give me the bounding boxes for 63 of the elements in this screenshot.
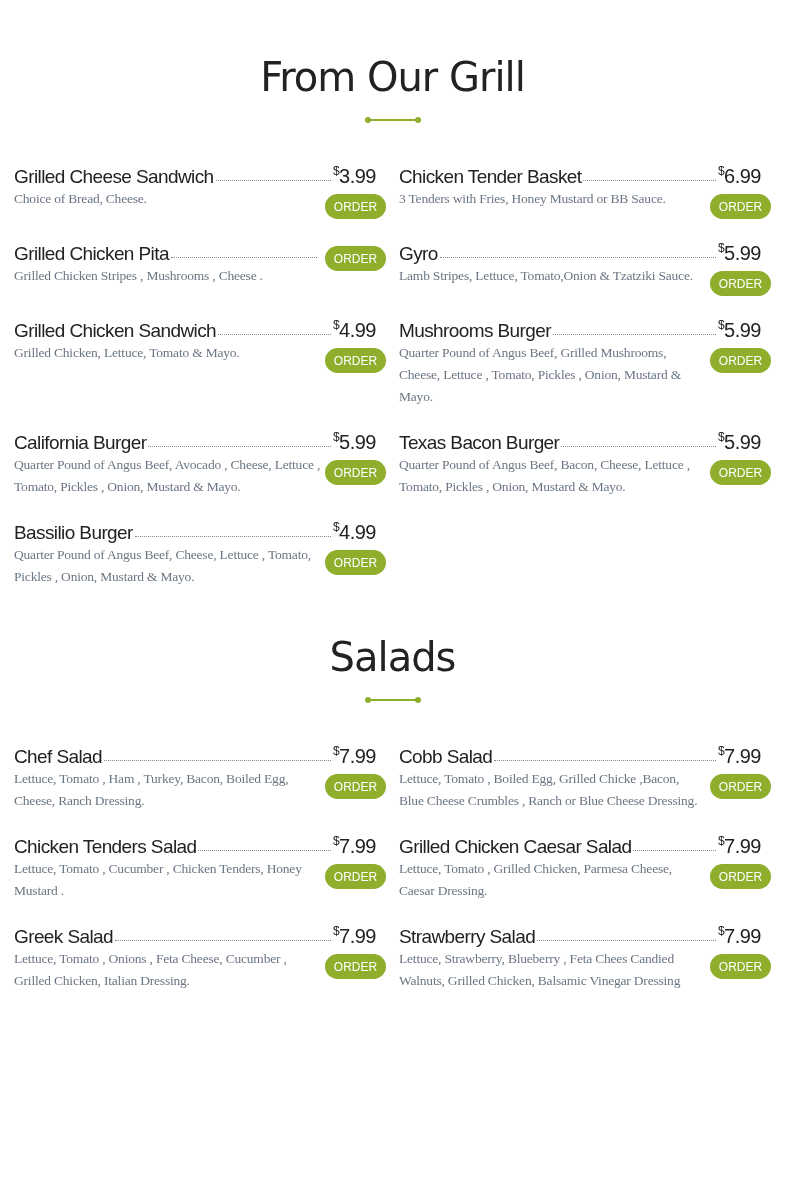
dish-name: Gyro [399,243,438,265]
dish-description: 3 Tenders with Fries, Honey Mustard or BB Sauce. [399,190,667,208]
dish-description: Lamb Stripes, Lettuce, Tomato,Onion & Tzatziki Sauce. [399,267,694,285]
dish-price: $^{$}$7.99 [332,924,376,948]
dish-name: Texas Bacon Burger [399,432,560,454]
dish-price: $^{$}$7.99 [332,744,376,768]
dish-name: Grilled Chicken Pita [14,243,169,265]
order-button[interactable]: ORDER [325,550,386,575]
order-button[interactable]: ORDER [710,774,771,799]
order-button[interactable]: ORDER [710,271,771,296]
dish-name: Chicken Tenders Salad [14,836,197,858]
order-button[interactable]: ORDER [710,194,771,219]
dish-description: Quarter Pound of Angus Beef, Grilled Mushrooms, Cheese, Lettuce , Tomato, Pickles , Onion, Mustard & Mayo. [399,344,682,406]
order-button[interactable]: ORDER [325,348,386,373]
dish-description: Lettuce, Tomato , Grilled Chicken, Parmesa Cheese, Caesar Dressing. [399,860,673,900]
dish-price: $^{$}$7.99 [717,834,761,858]
dish-name: Chicken Tender Basket [399,166,582,188]
dish-price: $^{$}$7.99 [717,744,761,768]
order-button[interactable]: ORDER [325,460,386,485]
order-button[interactable]: ORDER [710,864,771,889]
dish-price: $^{$}$4.99 [332,520,376,544]
dish-name: Strawberry Salad [399,926,536,948]
dish-name: Grilled Chicken Caesar Salad [399,836,632,858]
dish-description: Lettuce, Tomato , Onions , Feta Cheese, Cucumber , Grilled Chicken, Italian Dressing. [14,950,288,990]
dish-price: $^{$}$5.99 [717,318,761,342]
dish-name: Greek Salad [14,926,113,948]
dish-description: Choice of Bread, Cheese. [14,190,148,208]
dish-description: Quarter Pound of Angus Beef, Bacon, Cheese, Lettuce , Tomato, Pickles , Onion, Mustard & Mayo. [399,456,691,496]
dish-description: Lettuce, Tomato , Cucumber , Chicken Tenders, Honey Mustard . [14,860,303,900]
dish-name: Grilled Chicken Sandwich [14,320,217,342]
order-button[interactable]: ORDER [710,460,771,485]
order-button[interactable]: ORDER [710,954,771,979]
order-button[interactable]: ORDER [325,194,386,219]
dish-description: Lettuce, Strawberry, Blueberry , Feta Chees Candied Walnuts, Grilled Chicken, Balsamic Vinegar Dressing [399,950,682,990]
dish-description: Grilled Chicken, Lettuce, Tomato & Mayo. [14,344,241,362]
dish-name: Bassilio Burger [14,522,133,544]
dish-price: $^{$}$7.99 [332,834,376,858]
dish-price: $^{$}$5.99 [717,430,761,454]
dish-name: Grilled Cheese Sandwich [14,166,214,188]
dish-price: $^{$}$3.99 [332,164,376,188]
dish-price: $^{$}$4.99 [332,318,376,342]
dish-name: California Burger [14,432,147,454]
dish-description: Lettuce, Tomato , Boiled Egg, Grilled Chicke ,Bacon, Blue Cheese Crumbles , Ranch or Blue Cheese Dressing. [399,770,699,810]
dish-name: Chef Salad [14,746,102,768]
dish-description: Lettuce, Tomato , Ham , Turkey, Bacon, Boiled Egg, Cheese, Ranch Dressing. [14,770,290,810]
order-button[interactable]: ORDER [325,774,386,799]
order-button[interactable]: ORDER [325,954,386,979]
dish-price: $^{$}$5.99 [332,430,376,454]
dish-price: $^{$}$6.99 [717,164,761,188]
dish-name: Cobb Salad [399,746,493,768]
dish-price: $^{$}$7.99 [717,924,761,948]
order-button[interactable]: ORDER [710,348,771,373]
divider-icon [363,116,422,124]
dish-description: Grilled Chicken Stripes , Mushrooms , Cheese . [14,267,264,285]
dish-description: Quarter Pound of Angus Beef, Avocado , Cheese, Lettuce , Tomato, Pickles , Onion, Mustard & Mayo. [14,456,321,496]
order-button[interactable]: ORDER [325,246,386,271]
divider-icon [363,696,422,704]
dish-description: Quarter Pound of Angus Beef, Cheese, Lettuce , Tomato, Pickles , Onion, Mustard & Mayo. [14,546,312,586]
dish-price: $^{$}$5.99 [717,241,761,265]
order-button[interactable]: ORDER [325,864,386,889]
dish-name: Mushrooms Burger [399,320,551,342]
section-title: From Our Grill [260,53,525,102]
section-title: Salads [329,633,456,682]
